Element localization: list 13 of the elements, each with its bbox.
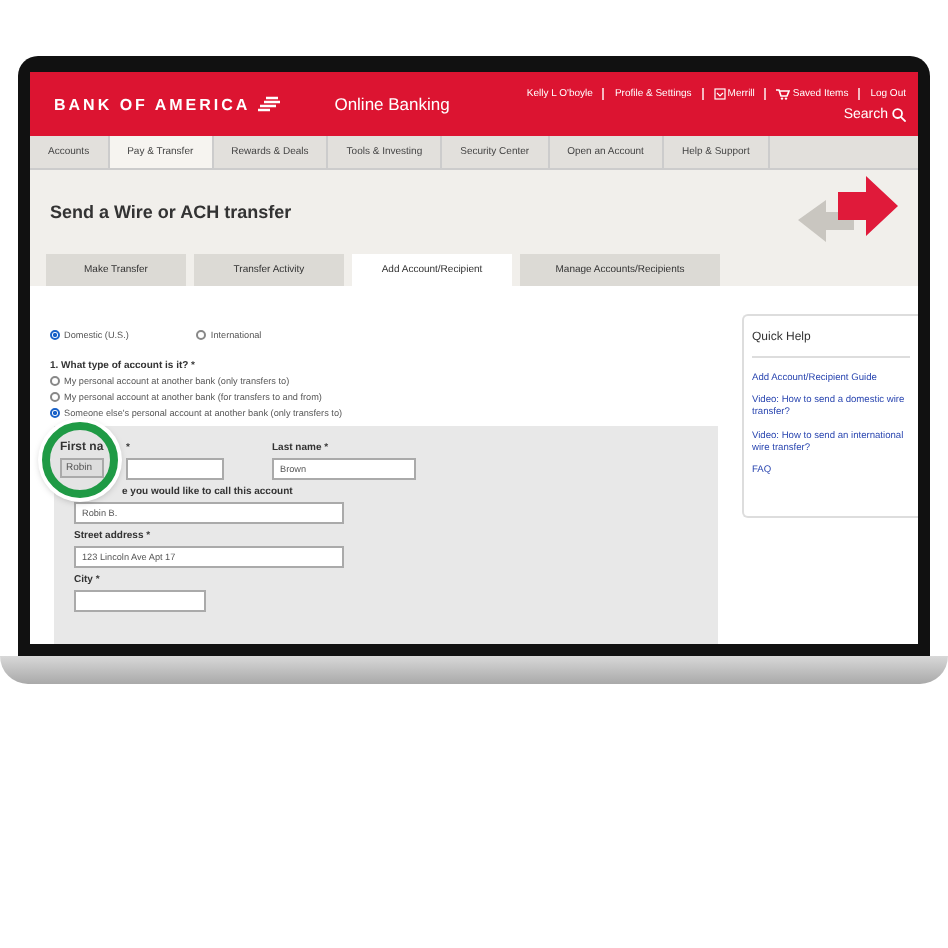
radio-button[interactable] xyxy=(50,392,60,402)
radio-button[interactable] xyxy=(50,330,60,340)
radio-button[interactable] xyxy=(50,408,60,418)
logo-text: BANK OF AMERICA xyxy=(54,95,251,113)
search-icon xyxy=(892,107,906,121)
radio-button[interactable] xyxy=(196,330,207,340)
arrows-drawing xyxy=(794,176,898,248)
input-field[interactable] xyxy=(74,590,206,612)
input-field[interactable] xyxy=(126,458,224,480)
page-title: Send a Wire or ACH transfer xyxy=(50,202,292,222)
product-name: Online Banking xyxy=(334,94,450,114)
radio-button[interactable] xyxy=(50,376,60,386)
cart-icon xyxy=(776,87,791,99)
